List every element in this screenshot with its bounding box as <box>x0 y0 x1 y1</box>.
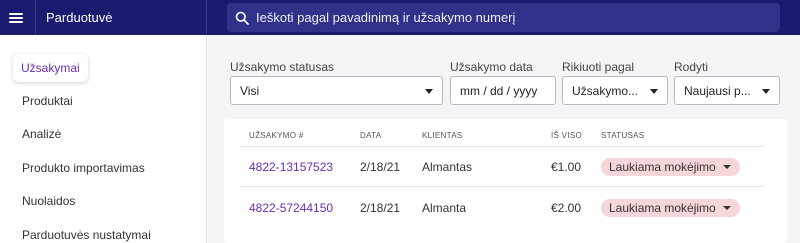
sidebar-item-analytics[interactable]: Analizė <box>22 127 61 141</box>
app-header: Parduotuvė <box>0 0 207 35</box>
header-divider <box>240 146 763 147</box>
caret-down-icon <box>650 89 658 94</box>
sidebar-item-products[interactable]: Produktai <box>22 94 73 108</box>
order-date: 2/18/21 <box>360 160 401 174</box>
order-client: Almantas <box>422 160 473 174</box>
app-title: Parduotuvė <box>46 10 113 25</box>
status-badge[interactable]: Laukiama mokėjimo <box>601 199 740 217</box>
main-content: Užsakymo statusas Visi Užsakymo data mm … <box>207 35 800 243</box>
sidebar: Užsakymai Produktai Analizė Produkto imp… <box>0 35 207 243</box>
search-icon <box>235 11 249 25</box>
show-label: Rodyti <box>674 60 709 74</box>
column-header-order: UŽSAKYMO # <box>249 131 304 140</box>
header-divider <box>35 0 36 35</box>
order-link[interactable]: 4822-57244150 <box>249 201 333 215</box>
status-badge[interactable]: Laukiama mokėjimo <box>601 158 740 176</box>
order-client: Almanta <box>422 201 467 215</box>
column-header-date: DATA <box>360 131 382 140</box>
sidebar-item-discounts[interactable]: Nuolaidos <box>22 194 75 208</box>
caret-down-icon <box>722 206 731 210</box>
order-date: 2/18/21 <box>360 201 401 215</box>
top-bar: Parduotuvė <box>0 0 800 35</box>
caret-down-icon <box>762 89 770 94</box>
status-filter-select[interactable]: Visi <box>230 76 443 105</box>
date-filter-placeholder: mm / dd / yyyy <box>460 83 538 98</box>
show-select[interactable]: Naujausi p... <box>674 76 780 105</box>
order-total: €1.00 <box>551 160 582 174</box>
column-header-status: STATUSAS <box>601 131 645 140</box>
status-filter-label: Užsakymo statusas <box>230 60 335 74</box>
date-filter-input[interactable]: mm / dd / yyyy <box>450 76 556 105</box>
order-link[interactable]: 4822-13157523 <box>249 160 333 174</box>
date-filter-label: Užsakymo data <box>450 60 533 74</box>
caret-down-icon <box>425 89 433 94</box>
orders-table: UŽSAKYMO # DATA KLIENTAS IŠ VISO STATUSA… <box>224 119 787 243</box>
search-input[interactable] <box>256 10 756 25</box>
column-header-client: KLIENTAS <box>422 131 463 140</box>
sort-value: Užsakymo... <box>572 83 639 98</box>
status-badge-label: Laukiama mokėjimo <box>609 160 716 174</box>
status-badge-label: Laukiama mokėjimo <box>609 201 716 215</box>
sidebar-item-store-settings[interactable]: Parduotuvės nustatymai <box>22 228 151 242</box>
sidebar-item-product-import[interactable]: Produkto importavimas <box>22 161 145 175</box>
hamburger-icon[interactable] <box>9 12 23 23</box>
search-bar[interactable] <box>227 3 780 32</box>
sort-label: Rikiuoti pagal <box>562 60 635 74</box>
show-value: Naujausi p... <box>684 83 751 98</box>
sidebar-item-orders[interactable]: Užsakymai <box>13 54 88 82</box>
row-divider <box>240 186 763 187</box>
caret-down-icon <box>722 165 731 169</box>
order-total: €2.00 <box>551 201 582 215</box>
status-filter-value: Visi <box>240 83 260 98</box>
column-header-total: IŠ VISO <box>551 131 582 140</box>
sort-select[interactable]: Užsakymo... <box>562 76 668 105</box>
